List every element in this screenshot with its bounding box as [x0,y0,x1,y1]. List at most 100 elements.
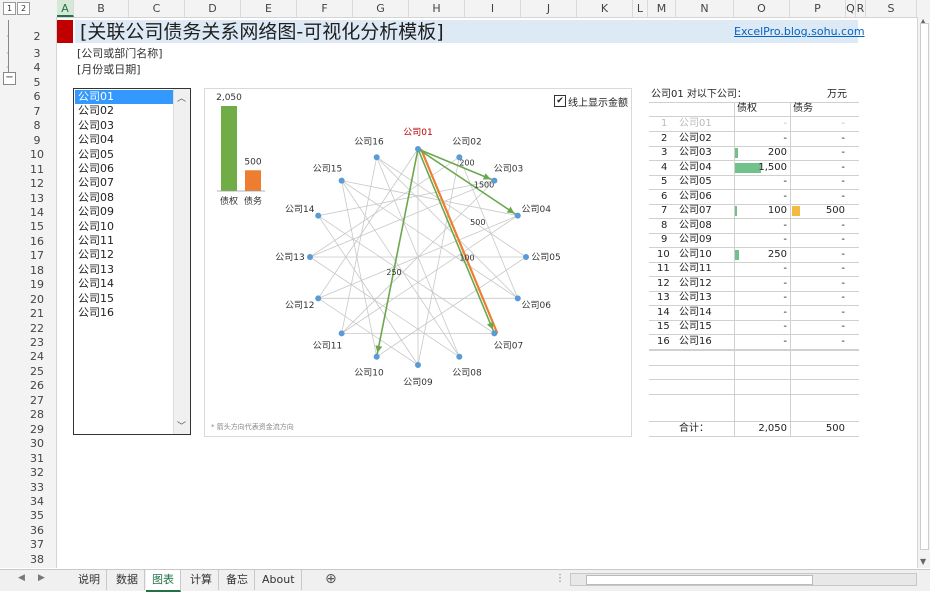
row-header-5[interactable]: 5 [18,76,56,90]
row-header-23[interactable]: 23 [18,336,56,350]
scroll-down-icon[interactable]: ▼ [920,557,926,566]
sheet-tab[interactable]: 数据 [110,570,145,590]
listbox-item[interactable]: 公司08 [75,191,175,205]
listbox-item[interactable]: 公司02 [75,104,175,118]
row-header-32[interactable]: 32 [18,466,56,480]
row-header-34[interactable]: 34 [18,495,56,509]
listbox-item[interactable]: 公司06 [75,162,175,176]
network-node[interactable] [456,154,463,161]
add-sheet-icon[interactable]: ⊕ [325,571,337,587]
column-header-n[interactable]: N [676,0,734,17]
row-header-7[interactable]: 7 [18,105,56,119]
network-node[interactable] [514,295,521,302]
outline-level-1-button[interactable]: 1 [3,2,16,15]
chevron-down-icon[interactable]: ﹀ [177,419,186,432]
row-header-31[interactable]: 31 [18,452,56,466]
column-header-b[interactable]: B [74,0,129,17]
row-header-30[interactable]: 30 [18,437,56,451]
row-header-27[interactable]: 27 [18,394,56,408]
column-header-i[interactable]: I [465,0,521,17]
network-node[interactable] [338,330,345,337]
company-listbox[interactable]: 公司01 公司02 公司03 公司04 公司05 公司06 公司07 公司08 公司09 公司10… [73,88,191,435]
show-amount-checkbox[interactable]: ✔ [554,95,566,107]
column-header-o[interactable]: O [734,0,790,17]
listbox-item[interactable]: 公司05 [75,148,175,162]
network-node[interactable] [514,212,521,219]
row-header-19[interactable]: 19 [18,278,56,292]
chevron-up-icon[interactable]: ︿ [177,91,186,104]
sheet-tab[interactable]: 计算 [184,570,219,590]
row-header-15[interactable]: 15 [18,220,56,234]
row-header-14[interactable]: 14 [18,206,56,220]
blog-link[interactable]: ExcelPro.blog.sohu.com [734,25,865,38]
row-header-22[interactable]: 22 [18,322,56,336]
sheet-tab[interactable]: About [256,570,302,590]
row-header-9[interactable]: 9 [18,134,56,148]
row-header-25[interactable]: 25 [18,365,56,379]
listbox-item[interactable]: 公司16 [75,306,175,320]
column-header-j[interactable]: J [521,0,577,17]
listbox-item[interactable]: 公司10 [75,220,175,234]
row-header-13[interactable]: 13 [18,192,56,206]
row-header-20[interactable]: 20 [18,293,56,307]
network-node[interactable] [373,353,380,360]
listbox-item[interactable]: 公司03 [75,119,175,133]
listbox-item[interactable]: 公司04 [75,133,175,147]
outline-collapse-button[interactable]: − [3,72,16,85]
row-header-28[interactable]: 28 [18,408,56,422]
sheet-tab[interactable]: 说明 [72,570,107,590]
row-header-2[interactable]: 2 [18,30,56,44]
network-node[interactable] [307,254,313,260]
row-header-33[interactable]: 33 [18,481,56,495]
column-header-k[interactable]: K [577,0,633,17]
column-header-c[interactable]: C [129,0,185,17]
row-header-29[interactable]: 29 [18,423,56,437]
row-header-10[interactable]: 10 [18,148,56,162]
listbox-item[interactable]: 公司14 [75,277,175,291]
sheet-tab[interactable]: 备忘 [220,570,255,590]
network-node[interactable] [315,295,322,302]
column-header-a[interactable]: A [57,0,74,17]
column-header-s[interactable]: S [866,0,917,17]
sheet-tab[interactable]: 图表 [146,570,181,592]
row-header-11[interactable]: 11 [18,163,56,177]
network-node[interactable] [338,177,345,184]
row-header-35[interactable]: 35 [18,509,56,523]
network-node[interactable] [415,146,421,152]
row-header-17[interactable]: 17 [18,249,56,263]
network-node[interactable] [315,212,322,219]
scroll-thumb[interactable] [920,23,929,550]
listbox-item[interactable]: 公司15 [75,292,175,306]
row-header-3[interactable]: 3 [18,47,56,61]
column-header-d[interactable]: D [185,0,241,17]
listbox-scrollbar[interactable]: ︿ ﹀ [173,89,190,434]
row-header-6[interactable]: 6 [18,90,56,104]
network-node[interactable] [373,154,380,161]
network-node[interactable] [491,330,498,337]
listbox-item[interactable]: 公司12 [75,248,175,262]
listbox-item[interactable]: 公司01 [75,90,175,104]
listbox-item[interactable]: 公司09 [75,205,175,219]
more-options-icon[interactable]: ⋮ [555,573,565,584]
row-header-26[interactable]: 26 [18,379,56,393]
column-header-f[interactable]: F [297,0,353,17]
listbox-item[interactable]: 公司13 [75,263,175,277]
row-header-21[interactable]: 21 [18,307,56,321]
tab-prev-icon[interactable]: ◀ [18,573,25,583]
column-header-l[interactable]: L [633,0,648,17]
row-header-16[interactable]: 16 [18,235,56,249]
column-header-m[interactable]: M [648,0,676,17]
column-header-e[interactable]: E [241,0,297,17]
column-header-g[interactable]: G [353,0,409,17]
tab-next-icon[interactable]: ▶ [38,573,45,583]
row-header-24[interactable]: 24 [18,350,56,364]
column-header-q[interactable]: Q [846,0,856,17]
row-header-36[interactable]: 36 [18,524,56,538]
column-header-r[interactable]: R [856,0,866,17]
network-node[interactable] [523,254,529,260]
row-header-37[interactable]: 37 [18,538,56,552]
horizontal-scroll-thumb[interactable] [586,575,813,585]
listbox-item[interactable]: 公司07 [75,176,175,190]
row-header-12[interactable]: 12 [18,177,56,191]
column-header-h[interactable]: H [409,0,465,17]
